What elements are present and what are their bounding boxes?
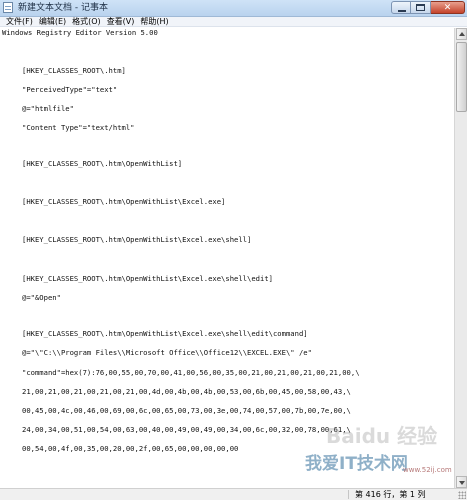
menu-edit[interactable]: 编辑(E)	[36, 17, 69, 26]
menu-bar: 文件(F) 编辑(E) 格式(O) 查看(V) 帮助(H)	[0, 17, 467, 27]
text-line: [HKEY_CLASSES_ROOT\.htm\OpenWithList\Exc…	[22, 329, 308, 338]
cursor-position: 第 416 行，第 1 列	[355, 490, 426, 499]
scrollbar-thumb[interactable]	[456, 42, 467, 112]
text-line: @="htmlfile"	[22, 104, 74, 113]
arrow-down-icon	[459, 481, 465, 485]
text-line: "PerceivedType"="text"	[22, 85, 118, 94]
status-bar: 第 416 行，第 1 列	[0, 488, 467, 500]
site-url-watermark: www.52ij.com	[403, 466, 452, 474]
maximize-icon	[416, 4, 425, 11]
text-line: 00,54,00,4f,00,35,00,20,00,2f,00,65,00,0…	[22, 444, 239, 453]
close-button[interactable]: ✕	[431, 1, 465, 14]
menu-file[interactable]: 文件(F)	[3, 17, 36, 26]
arrow-up-icon	[459, 32, 465, 36]
text-line: 00,45,00,4c,00,46,00,69,00,6c,00,65,00,7…	[22, 406, 351, 415]
window-controls: ✕	[391, 1, 465, 15]
text-line: [HKEY_CLASSES_ROOT\.htm\OpenWithList\Exc…	[22, 235, 252, 244]
baidu-watermark: Baidu 经验	[326, 424, 438, 448]
notepad-icon	[3, 2, 13, 13]
text-line: Windows Registry Editor Version 5.00	[2, 28, 158, 37]
close-icon: ✕	[443, 3, 452, 13]
text-line: 21,00,21,00,21,00,21,00,21,00,4d,00,4b,0…	[22, 387, 351, 396]
text-line: 24,00,34,00,51,00,54,00,63,00,40,00,49,0…	[22, 425, 351, 434]
minimize-icon	[398, 10, 406, 12]
status-divider	[348, 490, 349, 499]
menu-format[interactable]: 格式(O)	[69, 17, 104, 26]
scroll-down-button[interactable]	[456, 476, 467, 488]
site-watermark: 我爱IT技术网	[305, 454, 408, 474]
maximize-button[interactable]	[411, 1, 431, 14]
menu-view[interactable]: 查看(V)	[104, 17, 138, 26]
window-title: 新建文本文档 - 记事本	[18, 3, 108, 13]
text-line: [HKEY_CLASSES_ROOT\.htm]	[22, 66, 126, 75]
minimize-button[interactable]	[391, 1, 411, 14]
resize-grip-icon[interactable]	[458, 491, 466, 499]
text-line: [HKEY_CLASSES_ROOT\.htm\OpenWithList\Exc…	[22, 197, 226, 206]
text-line: @="&Open"	[22, 293, 61, 302]
title-bar: 新建文本文档 - 记事本 ✕	[0, 0, 467, 17]
text-line: [HKEY_CLASSES_ROOT\.htm\OpenWithList]	[22, 159, 183, 168]
text-line: [HKEY_CLASSES_ROOT\.htm\OpenWithList\Exc…	[22, 274, 273, 283]
text-line: @="\"C:\\Program Files\\Microsoft Office…	[22, 348, 312, 357]
scroll-up-button[interactable]	[456, 28, 467, 40]
vertical-scrollbar[interactable]	[454, 28, 467, 488]
text-editor[interactable]: Windows Registry Editor Version 5.00 [HK…	[0, 28, 454, 488]
text-line: "Content Type"="text/html"	[22, 123, 135, 132]
menu-help[interactable]: 帮助(H)	[137, 17, 171, 26]
text-line: "command"=hex(7):76,00,55,00,70,00,41,00…	[22, 368, 360, 377]
